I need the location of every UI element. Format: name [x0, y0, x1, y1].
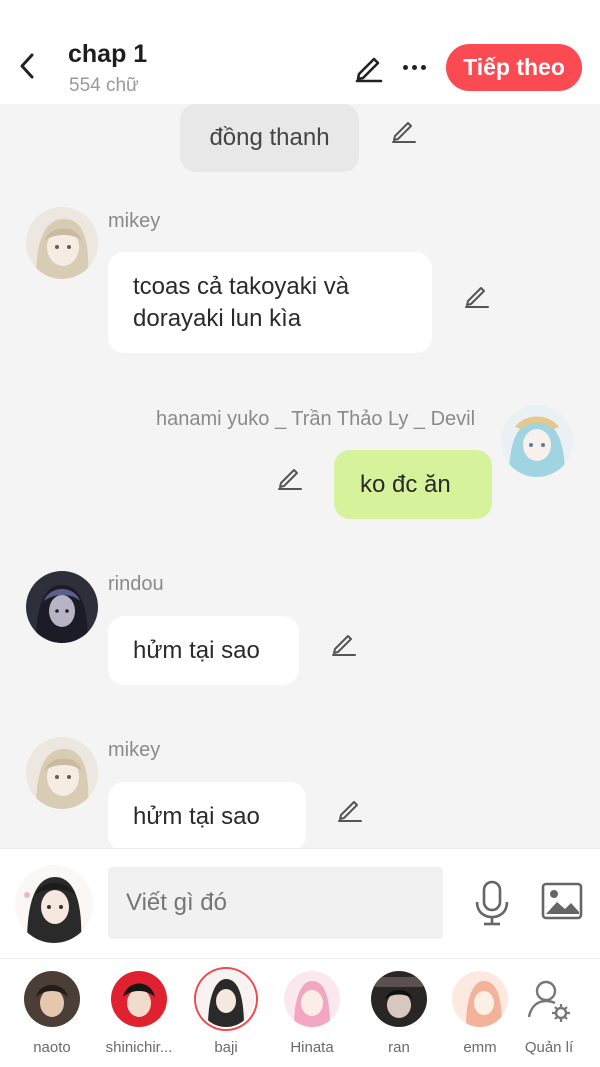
sender-name: rindou [108, 573, 164, 595]
message-bubble[interactable]: ko đc ăn [334, 450, 492, 519]
pencil-icon[interactable] [463, 281, 491, 309]
character-ran[interactable]: ran [362, 971, 436, 1056]
character-selector: naoto shinichir... baji Hinata ran emm Q… [0, 958, 600, 1067]
message-text: hửm tại sao [133, 802, 260, 830]
message-text: đồng thanh [209, 124, 330, 151]
character-hinata[interactable]: Hinata [275, 971, 349, 1056]
manage-characters-button[interactable]: Quản lí [512, 971, 586, 1056]
message-bubble[interactable]: hửm tại sao [108, 782, 306, 848]
avatar [24, 971, 80, 1027]
top-bar: chap 1 554 chữ Tiếp theo [0, 0, 600, 104]
character-naoto[interactable]: naoto [15, 971, 89, 1056]
user-settings-icon [521, 971, 577, 1027]
avatar-hanami[interactable] [501, 405, 573, 477]
message-text: hửm tại sao [133, 636, 260, 664]
message-bubble[interactable]: tcoas cả takoyaki và dorayaki lun kìa [108, 252, 432, 353]
edit-icon[interactable] [352, 50, 386, 84]
message-bubble[interactable]: hửm tại sao [108, 616, 299, 685]
pencil-icon[interactable] [390, 116, 418, 144]
avatar-mikey[interactable] [26, 737, 98, 809]
character-shinichiro[interactable]: shinichir... [102, 971, 176, 1056]
character-emm[interactable]: emm [442, 971, 518, 1056]
pencil-icon[interactable] [276, 463, 304, 491]
next-button[interactable]: Tiếp theo [446, 44, 582, 91]
message-text: ko đc ăn [360, 470, 451, 498]
microphone-icon[interactable] [472, 879, 512, 927]
chapter-title: chap 1 [68, 40, 148, 68]
character-label: emm [463, 1039, 497, 1056]
pencil-icon[interactable] [330, 629, 358, 657]
avatar [371, 971, 427, 1027]
character-label: Hinata [290, 1039, 334, 1056]
sender-name: mikey [108, 739, 161, 761]
back-icon[interactable] [12, 48, 42, 84]
avatar [284, 971, 340, 1027]
character-label: baji [214, 1039, 238, 1056]
pencil-icon[interactable] [336, 795, 364, 823]
avatar [111, 971, 167, 1027]
message-text: tcoas cả takoyaki và dorayaki lun kìa [133, 272, 350, 332]
more-icon[interactable] [398, 52, 430, 82]
current-character-avatar[interactable] [15, 865, 93, 943]
narration-bubble[interactable]: đồng thanh [180, 104, 359, 172]
composer-bar [0, 848, 600, 958]
character-baji[interactable]: baji [189, 971, 263, 1056]
image-icon[interactable] [540, 881, 584, 921]
word-count: 554 chữ [69, 75, 139, 96]
message-input[interactable] [108, 867, 443, 939]
avatar-mikey[interactable] [26, 207, 98, 279]
avatar-rindou[interactable] [26, 571, 98, 643]
avatar [198, 971, 254, 1027]
sender-name: hanami yuko _ Trần Thảo Ly _ Devil [156, 408, 476, 430]
avatar [452, 971, 508, 1027]
character-label: shinichir... [105, 1039, 173, 1056]
character-label: Quản lí [524, 1039, 574, 1056]
character-label: naoto [33, 1039, 71, 1056]
character-label: ran [388, 1039, 410, 1056]
chat-area[interactable]: đồng thanh mikey tcoas cả takoyaki và do… [0, 104, 600, 848]
sender-name: mikey [108, 210, 161, 232]
